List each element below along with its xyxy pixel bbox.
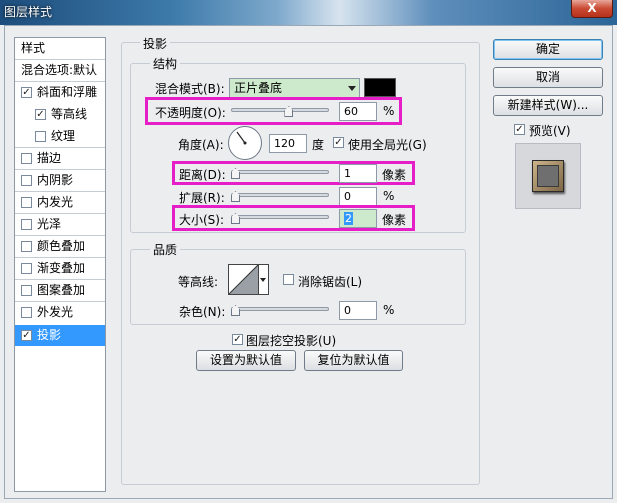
close-icon: X (587, 1, 597, 15)
contour-checkbox[interactable]: ✓ (35, 109, 46, 120)
new-style-button[interactable]: 新建样式(W)... (493, 95, 603, 116)
chevron-down-icon (260, 278, 266, 282)
structure-title: 结构 (150, 55, 181, 72)
outer-glow-checkbox[interactable] (21, 307, 32, 318)
spread-slider-track[interactable] (231, 193, 329, 197)
bevel-emboss-checkbox[interactable]: ✓ (21, 87, 32, 98)
size-input-value: 2 (344, 212, 353, 225)
contour-dropdown-button[interactable] (259, 264, 269, 295)
panel-title: 投影 (140, 35, 171, 52)
size-slider-track[interactable] (231, 215, 329, 219)
spread-label: 扩展(R): (179, 191, 225, 205)
color-overlay-checkbox[interactable] (21, 241, 32, 252)
noise-label: 杂色(N): (179, 305, 226, 319)
ok-button[interactable]: 确定 (493, 39, 603, 60)
noise-unit: % (383, 303, 395, 317)
angle-unit: 度 (312, 138, 325, 152)
preview-thumbnail (515, 143, 581, 209)
preview-checkbox[interactable]: ✓ (514, 124, 525, 135)
distance-label: 距离(D): (179, 168, 226, 182)
quality-title: 品质 (150, 241, 181, 258)
distance-unit: 像素 (382, 168, 407, 182)
sidebar-item-color-overlay[interactable]: 颜色叠加 (15, 236, 105, 257)
make-default-button[interactable]: 设置为默认值 (196, 350, 296, 371)
linear-contour-icon (229, 265, 258, 294)
preview-swatch (532, 160, 564, 192)
pattern-overlay-checkbox[interactable] (21, 285, 32, 296)
distance-input[interactable]: 1 (339, 164, 377, 183)
drop-shadow-checkbox[interactable]: ✓ (21, 330, 32, 341)
inner-glow-checkbox[interactable] (21, 197, 32, 208)
spread-unit: % (383, 189, 395, 203)
sidebar-item-texture[interactable]: 纹理 (15, 126, 105, 147)
opacity-unit: % (383, 104, 395, 118)
sidebar-item-contour[interactable]: ✓ 等高线 (15, 104, 105, 125)
style-list: 样式 混合选项:默认 ✓ 斜面和浮雕 ✓ 等高线 纹理 描边 内阴影 内发光 光… (14, 37, 106, 492)
chevron-down-icon (348, 86, 356, 91)
contour-label: 等高线: (178, 275, 219, 289)
inner-shadow-checkbox[interactable] (21, 175, 32, 186)
preview-inner (537, 165, 559, 187)
knockout-checkbox[interactable]: ✓ (232, 334, 243, 345)
sidebar-item-inner-shadow[interactable]: 内阴影 (15, 170, 105, 191)
blend-mode-select[interactable]: 正片叠底 (229, 78, 360, 98)
shadow-color-swatch[interactable] (364, 78, 396, 97)
noise-slider-track[interactable] (231, 307, 329, 311)
cancel-button[interactable]: 取消 (493, 67, 603, 88)
satin-checkbox[interactable] (21, 219, 32, 230)
style-list-header[interactable]: 样式 (15, 38, 105, 59)
gradient-overlay-checkbox[interactable] (21, 263, 32, 274)
angle-label: 角度(A): (178, 138, 224, 152)
sidebar-item-stroke[interactable]: 描边 (15, 148, 105, 169)
size-label: 大小(S): (179, 213, 225, 227)
opacity-label: 不透明度(O): (155, 106, 226, 120)
contour-picker[interactable] (228, 264, 259, 295)
angle-input[interactable]: 120 (269, 134, 307, 153)
window-title: 图层样式 (4, 5, 53, 19)
sidebar-item-bevel-emboss[interactable]: ✓ 斜面和浮雕 (15, 82, 105, 103)
sidebar-item-inner-glow[interactable]: 内发光 (15, 192, 105, 213)
window-title-bar[interactable]: 图层样式 (0, 0, 617, 25)
blend-mode-label: 混合模式(B): (155, 82, 225, 96)
size-input[interactable]: 2 (339, 209, 377, 228)
sidebar-item-drop-shadow[interactable]: ✓ 投影 (15, 325, 105, 346)
knockout-label: 图层挖空投影(U) (246, 334, 337, 348)
sidebar-item-pattern-overlay[interactable]: 图案叠加 (15, 280, 105, 301)
distance-slider-track[interactable] (231, 170, 329, 174)
sidebar-item-satin[interactable]: 光泽 (15, 214, 105, 235)
close-button[interactable]: X (571, 0, 613, 18)
sidebar-item-outer-glow[interactable]: 外发光 (15, 302, 105, 323)
blend-options-item[interactable]: 混合选项:默认 (15, 60, 105, 81)
stroke-checkbox[interactable] (21, 153, 32, 164)
anti-alias-checkbox[interactable] (283, 274, 294, 285)
anti-alias-label: 消除锯齿(L) (298, 275, 363, 289)
texture-checkbox[interactable] (35, 131, 46, 142)
global-light-label: 使用全局光(G) (348, 138, 427, 152)
size-unit: 像素 (382, 213, 407, 227)
spread-input[interactable]: 0 (339, 187, 377, 206)
global-light-checkbox[interactable]: ✓ (333, 137, 344, 148)
angle-needle-icon (236, 131, 247, 145)
opacity-input[interactable]: 60 (339, 102, 377, 121)
preview-label: 预览(V) (529, 124, 571, 138)
angle-dial[interactable] (228, 126, 262, 160)
sidebar-item-gradient-overlay[interactable]: 渐变叠加 (15, 258, 105, 279)
noise-input[interactable]: 0 (339, 301, 377, 320)
opacity-slider-track[interactable] (231, 108, 329, 112)
reset-default-button[interactable]: 复位为默认值 (304, 350, 403, 371)
